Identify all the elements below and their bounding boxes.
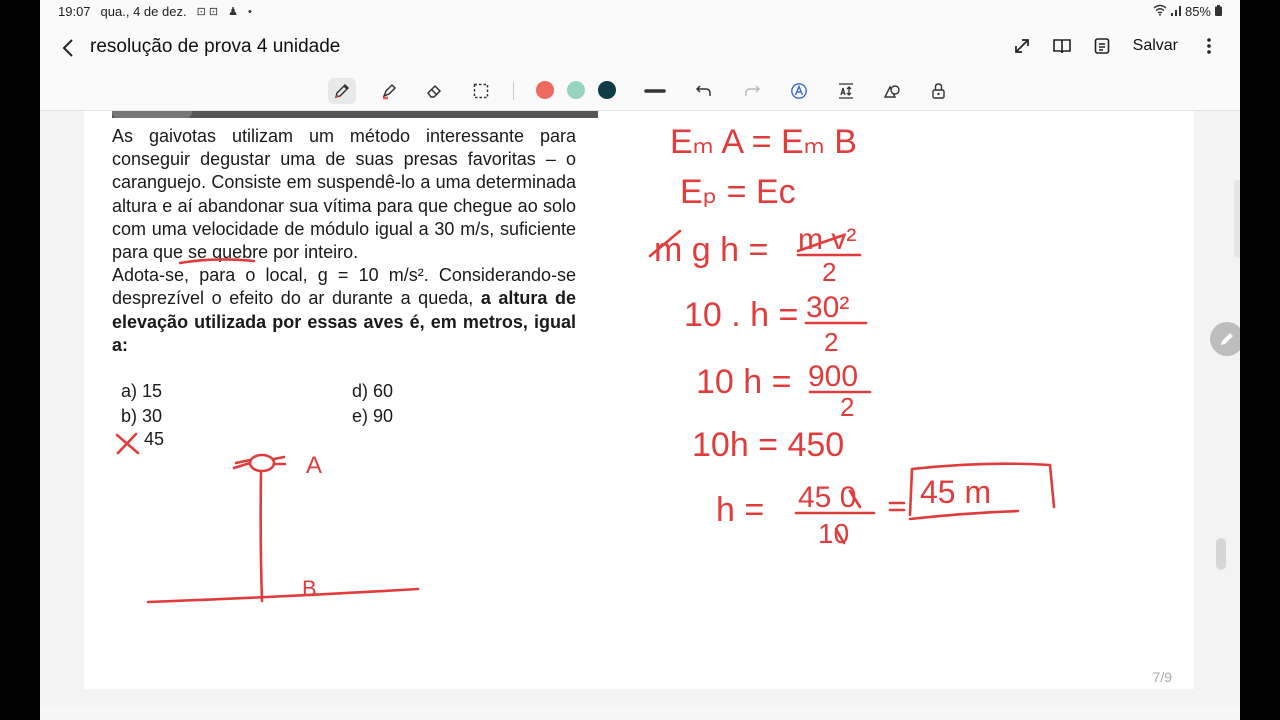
ink-line-4-left: 10 . h = — [684, 296, 798, 334]
ink-line-7-num: 45 0 — [798, 481, 856, 514]
ink-line-5-left: 10 h = — [696, 363, 791, 401]
document-title: resolução de prova 4 unidade — [90, 36, 341, 57]
ink-line-5-den: 2 — [840, 392, 854, 422]
edge-panel-handle[interactable] — [1234, 180, 1240, 258]
page-number: 7/9 — [1152, 669, 1172, 685]
color-swatch-dark-teal[interactable] — [598, 81, 616, 99]
ink-bird-wings — [232, 455, 287, 470]
scrollbar-thumb[interactable] — [1216, 538, 1226, 570]
ink-result-underline — [908, 509, 1020, 521]
ink-answer-mark — [115, 432, 140, 455]
lasso-select-icon[interactable] — [467, 78, 495, 104]
ink-line-1: Eₘ A = Eₘ B — [670, 123, 857, 161]
person-icon: ♟ — [228, 6, 238, 18]
ink-line-4-num: 30² — [806, 291, 849, 324]
wifi-icon — [1153, 4, 1167, 19]
screen-capture-icon: ⊡ ⊡ — [196, 6, 219, 18]
note-page[interactable]: As gaivotas utilizam um método interessa… — [84, 111, 1194, 689]
eraser-icon[interactable] — [420, 78, 448, 104]
chevron-left-icon — [62, 39, 73, 57]
ink-line-5-num: 900 — [808, 360, 858, 393]
title-bar: resolução de prova 4 unidade Salvar — [40, 24, 1240, 72]
handwriting-layer: A B Eₘ A = Eₘ B Eₚ = Eᴄ m g h = m v² 2 1… — [115, 123, 1056, 604]
status-bar: 19:07 qua., 4 de dez. ⊡ ⊡ ♟ • 85% — [40, 0, 1240, 24]
more-options-icon[interactable] — [1196, 32, 1222, 60]
book-view-icon[interactable] — [1049, 32, 1075, 60]
floating-pen-button[interactable] — [1210, 322, 1240, 356]
undo-icon[interactable] — [690, 78, 718, 104]
battery-icon — [1215, 4, 1222, 19]
page-list-icon[interactable] — [1089, 32, 1115, 60]
ink-equals — [888, 501, 906, 512]
color-swatch-mint[interactable] — [567, 81, 585, 99]
notification-dot-icon: • — [247, 5, 252, 18]
ink-line-7-den: 10 — [818, 518, 849, 549]
highlighter-icon[interactable] — [375, 78, 403, 104]
ink-label-b: B — [302, 576, 317, 601]
battery-percent: 85% — [1184, 4, 1211, 19]
pencil-icon — [1221, 333, 1233, 345]
ink-line-4-den: 2 — [824, 327, 838, 357]
ink-bird — [248, 453, 276, 473]
ink-underline — [178, 258, 256, 265]
spacing-icon[interactable] — [832, 78, 860, 104]
ink-height-line — [259, 471, 264, 603]
ink-line-2: Eₚ = Eᴄ — [680, 173, 796, 211]
back-button[interactable] — [54, 34, 82, 62]
save-button[interactable]: Salvar — [1129, 37, 1182, 55]
lock-icon[interactable] — [925, 78, 953, 104]
ink-label-a: A — [306, 452, 322, 479]
shapes-icon[interactable] — [878, 78, 906, 104]
ink-line-7-left: h = — [716, 491, 764, 529]
next-page-edge — [40, 705, 1240, 720]
notes-app-window: 19:07 qua., 4 de dez. ⊡ ⊡ ♟ • 85% resolu… — [40, 0, 1240, 720]
ink-line-7-result: 45 m — [920, 474, 991, 510]
status-time: 19:07 — [58, 4, 91, 19]
ink-line-6: 10h = 450 — [692, 426, 844, 464]
color-swatch-red[interactable] — [536, 81, 554, 99]
toolbar-divider — [513, 82, 514, 100]
pen-icon[interactable] — [328, 78, 356, 104]
signal-icon — [1170, 5, 1181, 19]
drawing-toolbar — [40, 72, 1240, 111]
ink-ground-line — [146, 587, 420, 604]
ink-line-3-den: 2 — [822, 257, 836, 287]
status-date: qua., 4 de dez. — [100, 4, 187, 19]
text-recognition-icon[interactable] — [785, 78, 813, 104]
expand-icon[interactable] — [1009, 32, 1035, 60]
title-actions: Salvar — [1009, 32, 1222, 60]
redo-icon[interactable] — [738, 78, 766, 104]
stroke-width-icon[interactable] — [641, 78, 669, 104]
